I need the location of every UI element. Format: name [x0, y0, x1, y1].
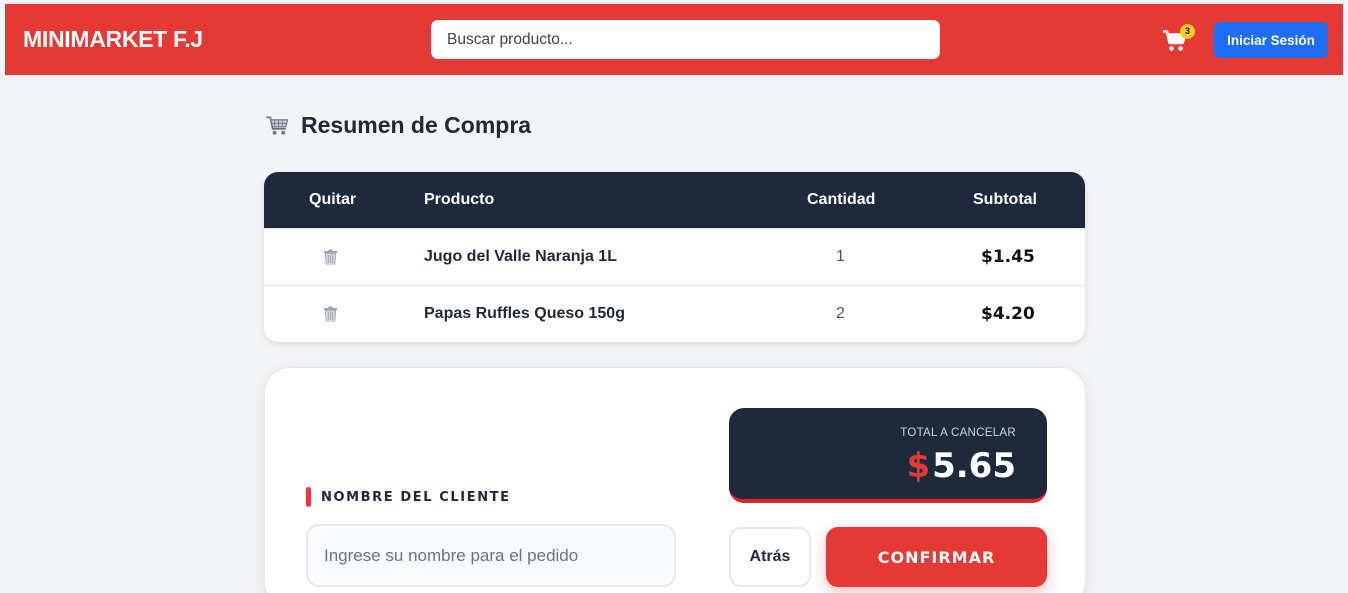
column-header-quitar: Quitar — [309, 191, 357, 208]
cart-table: Quitar Producto Cantidad Subtotal Jugo d… — [264, 172, 1085, 342]
table-row: Papas Ruffles Queso 150g 2 $4.20 — [264, 285, 1085, 342]
navbar: MINIMARKET F.J 3 Iniciar Sesión — [5, 4, 1343, 75]
total-amount: $ 5.65 — [906, 446, 1016, 486]
product-subtotal: $4.20 — [981, 304, 1035, 324]
product-name: Jugo del Valle Naranja 1L — [424, 248, 617, 265]
shopping-cart-icon — [266, 116, 289, 135]
product-name: Papas Ruffles Queso 150g — [424, 305, 625, 322]
client-name-label: NOMBRE DEL CLIENTE — [306, 487, 511, 507]
column-header-cantidad: Cantidad — [807, 191, 876, 208]
table-header: Quitar Producto Cantidad Subtotal — [264, 172, 1085, 228]
product-subtotal: $1.45 — [981, 247, 1035, 267]
page-title-text: Resumen de Compra — [301, 112, 532, 138]
total-label: TOTAL A CANCELAR — [900, 427, 1016, 439]
page-title: Resumen de Compra — [266, 112, 531, 139]
client-name-input[interactable] — [306, 524, 676, 587]
total-amount-value: 5.65 — [932, 446, 1016, 486]
client-name-label-text: NOMBRE DEL CLIENTE — [321, 489, 511, 505]
confirm-button[interactable]: CONFIRMAR — [826, 527, 1047, 587]
trash-icon[interactable] — [324, 306, 337, 322]
brand-logo[interactable]: MINIMARKET F.J — [23, 26, 203, 53]
back-button[interactable]: Atrás — [729, 527, 811, 587]
product-quantity: 2 — [836, 305, 845, 322]
trash-icon[interactable] — [324, 249, 337, 265]
search-input[interactable] — [431, 20, 940, 59]
total-currency: $ — [906, 446, 931, 486]
cart-button[interactable]: 3 — [1163, 24, 1195, 56]
column-header-subtotal: Subtotal — [973, 191, 1037, 208]
column-header-producto: Producto — [424, 191, 495, 208]
product-quantity: 1 — [836, 248, 845, 265]
total-box: TOTAL A CANCELAR $ 5.65 — [729, 408, 1047, 503]
checkout-panel: NOMBRE DEL CLIENTE TOTAL A CANCELAR $ 5.… — [264, 367, 1086, 593]
label-accent-bar — [306, 487, 311, 507]
login-button[interactable]: Iniciar Sesión — [1214, 22, 1328, 58]
table-row: Jugo del Valle Naranja 1L 1 $1.45 — [264, 228, 1085, 285]
cart-count-badge: 3 — [1180, 24, 1195, 39]
